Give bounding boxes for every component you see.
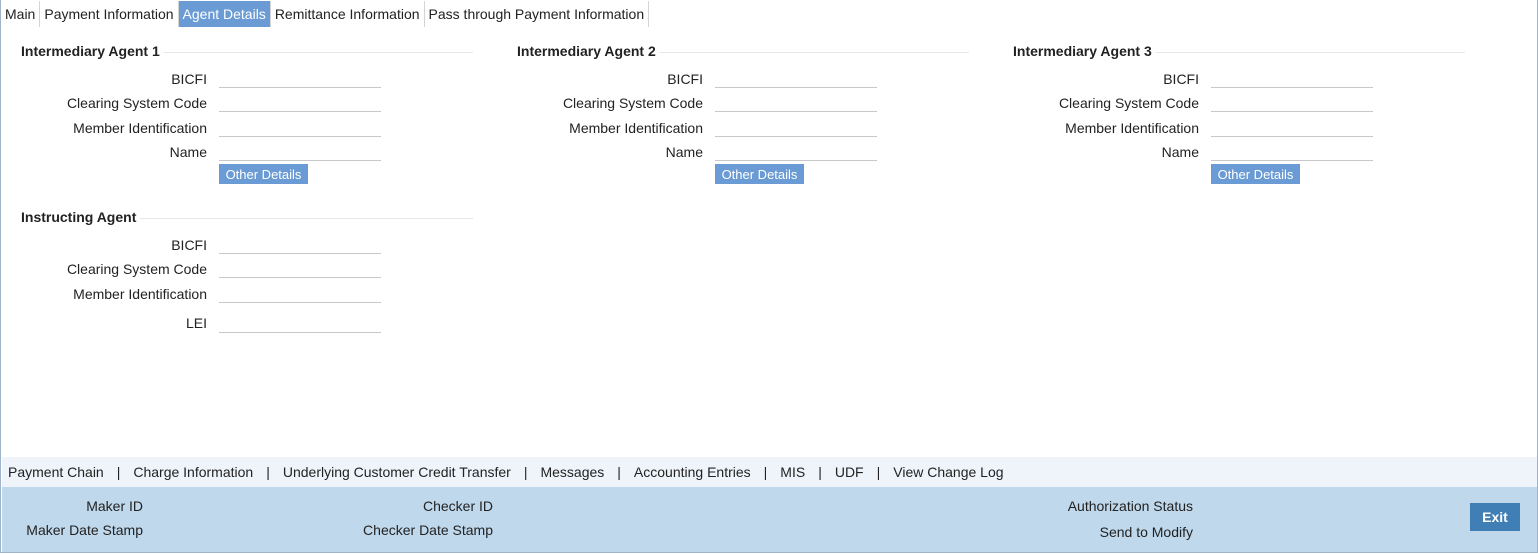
link-udf[interactable]: UDF	[835, 464, 864, 480]
clearing-system-code-row: Clearing System Code	[993, 93, 1393, 117]
bicfi-label: BICFI	[1163, 71, 1199, 87]
main-window: Main Payment Information Agent Details R…	[0, 0, 1538, 553]
bicfi-label: BICFI	[171, 237, 207, 253]
member-identification-row: Member Identification	[1, 118, 401, 142]
name-row: Name	[993, 142, 1393, 166]
tab-remittance-information[interactable]: Remittance Information	[271, 1, 425, 27]
clearing-system-code-row: Clearing System Code	[1, 259, 401, 283]
clearing-system-code-input[interactable]	[715, 93, 877, 112]
clearing-system-code-label: Clearing System Code	[1058, 95, 1199, 111]
link-messages[interactable]: Messages	[540, 464, 604, 480]
other-details-button[interactable]: Other Details	[219, 164, 308, 184]
clearing-system-code-label: Clearing System Code	[562, 95, 703, 111]
clearing-system-code-row: Clearing System Code	[497, 93, 897, 117]
member-identification-label: Member Identification	[73, 286, 207, 302]
member-identification-row: Member Identification	[993, 118, 1393, 142]
name-input[interactable]	[715, 142, 877, 161]
bicfi-input[interactable]	[219, 235, 381, 254]
link-accounting-entries[interactable]: Accounting Entries	[634, 464, 751, 480]
link-separator: |	[266, 464, 270, 480]
bicfi-row: BICFI	[1, 235, 401, 259]
member-identification-input[interactable]	[219, 284, 381, 303]
bicfi-row: BICFI	[497, 69, 897, 93]
link-view-change-log[interactable]: View Change Log	[893, 464, 1003, 480]
link-underlying-customer-credit-transfer[interactable]: Underlying Customer Credit Transfer	[283, 464, 511, 480]
member-identification-label: Member Identification	[1065, 120, 1199, 136]
link-charge-information[interactable]: Charge Information	[133, 464, 253, 480]
checker-date-stamp-label: Checker Date Stamp	[363, 522, 493, 538]
name-row: Name	[497, 142, 897, 166]
maker-id-label: Maker ID	[86, 498, 143, 514]
audit-bar: Maker ID Maker Date Stamp Checker ID Che…	[2, 487, 1537, 552]
maker-date-stamp-label: Maker Date Stamp	[26, 522, 143, 538]
clearing-system-code-input[interactable]	[219, 259, 381, 278]
clearing-system-code-input[interactable]	[1211, 93, 1373, 112]
footer-link-bar: Payment Chain | Charge Information | Und…	[2, 457, 1537, 487]
checker-id-label: Checker ID	[422, 498, 493, 514]
member-identification-label: Member Identification	[569, 120, 703, 136]
link-separator: |	[763, 464, 768, 480]
other-details-button[interactable]: Other Details	[1211, 164, 1300, 184]
link-separator: |	[617, 464, 621, 480]
tab-bar: Main Payment Information Agent Details R…	[1, 1, 650, 27]
clearing-system-code-label: Clearing System Code	[66, 95, 207, 111]
tab-payment-information[interactable]: Payment Information	[40, 1, 179, 27]
bicfi-input[interactable]	[1211, 69, 1373, 88]
lei-row: LEI	[1, 313, 401, 337]
member-identification-label: Member Identification	[73, 120, 207, 136]
link-separator: |	[818, 464, 822, 480]
link-payment-chain[interactable]: Payment Chain	[8, 464, 104, 480]
name-row: Name	[1, 142, 401, 166]
bicfi-row: BICFI	[993, 69, 1393, 93]
tab-agent-details[interactable]: Agent Details	[178, 1, 271, 27]
member-identification-input[interactable]	[1211, 118, 1373, 137]
name-label: Name	[1161, 144, 1199, 160]
lei-label: LEI	[185, 315, 207, 331]
section-title: Intermediary Agent 2	[517, 43, 660, 59]
instructing-agent-section: Instructing Agent BICFI Clearing System …	[1, 209, 473, 339]
bicfi-label: BICFI	[667, 71, 703, 87]
intermediary-agent-1-section: Intermediary Agent 1 BICFI Clearing Syst…	[1, 43, 473, 193]
exit-button[interactable]: Exit	[1470, 503, 1520, 531]
clearing-system-code-row: Clearing System Code	[1, 93, 401, 117]
member-identification-row: Member Identification	[1, 284, 401, 308]
section-title: Instructing Agent	[21, 209, 141, 225]
name-label: Name	[169, 144, 207, 160]
bicfi-label: BICFI	[171, 71, 207, 87]
link-separator: |	[116, 464, 121, 480]
link-mis[interactable]: MIS	[780, 464, 805, 480]
section-title: Intermediary Agent 3	[1013, 43, 1156, 59]
intermediary-agent-2-section: Intermediary Agent 2 BICFI Clearing Syst…	[497, 43, 969, 193]
name-input[interactable]	[219, 142, 381, 161]
link-separator: |	[876, 464, 881, 480]
member-identification-row: Member Identification	[497, 118, 897, 142]
section-title: Intermediary Agent 1	[21, 43, 164, 59]
tab-pass-through-payment-information[interactable]: Pass through Payment Information	[425, 1, 650, 27]
send-to-modify-label: Send to Modify	[1099, 524, 1193, 540]
link-separator: |	[523, 464, 528, 480]
name-label: Name	[665, 144, 703, 160]
member-identification-input[interactable]	[715, 118, 877, 137]
member-identification-input[interactable]	[219, 118, 381, 137]
tab-main[interactable]: Main	[1, 1, 41, 27]
name-input[interactable]	[1211, 142, 1373, 161]
other-details-button[interactable]: Other Details	[715, 164, 804, 184]
clearing-system-code-label: Clearing System Code	[66, 261, 207, 277]
bicfi-row: BICFI	[1, 69, 401, 93]
intermediary-agent-3-section: Intermediary Agent 3 BICFI Clearing Syst…	[993, 43, 1465, 193]
authorization-status-label: Authorization Status	[1067, 498, 1193, 514]
clearing-system-code-input[interactable]	[219, 93, 381, 112]
lei-input[interactable]	[219, 314, 381, 333]
bicfi-input[interactable]	[219, 69, 381, 88]
bicfi-input[interactable]	[715, 69, 877, 88]
